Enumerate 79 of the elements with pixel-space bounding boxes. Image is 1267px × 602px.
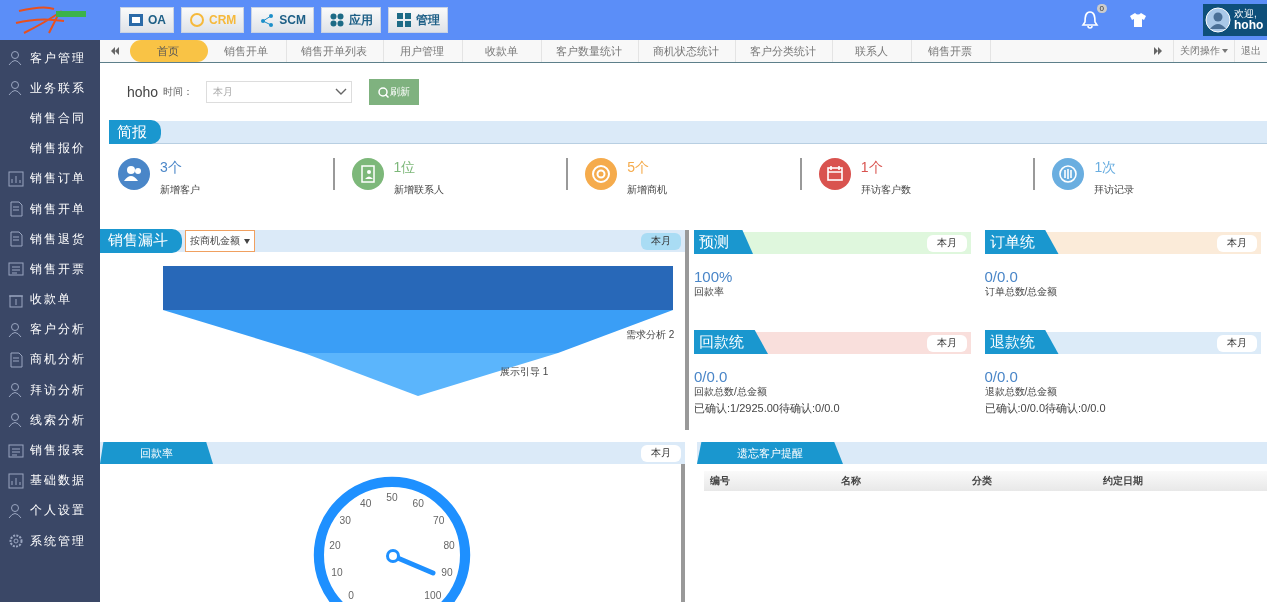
stat-label: 新增客户: [160, 183, 200, 197]
sidebar-item[interactable]: 线索分析: [0, 405, 100, 436]
sidebar-item[interactable]: 客户分析: [0, 314, 100, 345]
sidebar-item[interactable]: 系统管理: [0, 526, 100, 557]
logout-button[interactable]: 退出: [1234, 40, 1267, 62]
module-button[interactable]: OA: [120, 7, 174, 33]
period-button[interactable]: 本月: [926, 234, 967, 252]
module-button[interactable]: 应用: [321, 7, 381, 33]
sidebar-item[interactable]: 客户管理: [0, 43, 100, 74]
page-tab[interactable]: 收款单: [463, 40, 542, 62]
sidebar-item[interactable]: 收款单: [0, 284, 100, 315]
stat-value: 1个: [860, 160, 884, 174]
period-button[interactable]: 本月: [926, 334, 967, 352]
page-tab[interactable]: 销售开票: [912, 40, 991, 62]
user-label: hoho: [127, 84, 159, 100]
stat-value: 3个: [160, 160, 183, 174]
page-tab[interactable]: 客户分类统计: [736, 40, 833, 62]
card-value: 0/0.0: [984, 268, 1019, 285]
card-caption: 订单总数/总金额: [984, 285, 1059, 299]
close-menu-button[interactable]: 关闭操作: [1173, 40, 1234, 62]
stat-label: 新增商机: [627, 183, 668, 197]
section-title: 简报: [109, 120, 161, 144]
stat-value: 1次: [1094, 160, 1118, 174]
stat-value: 1位: [393, 160, 417, 174]
period-button[interactable]: 本月: [641, 232, 681, 250]
sidebar-item[interactable]: 业务联系: [0, 73, 100, 104]
card-value: 0/0.0: [984, 368, 1019, 385]
mode-select[interactable]: 按商机金额: [185, 230, 255, 252]
funnel-label: 展示引导 1: [500, 365, 549, 379]
card-title: 退款统: [984, 330, 1059, 354]
sidebar-item[interactable]: 销售开票: [0, 254, 100, 285]
sidebar-item[interactable]: 商机分析: [0, 344, 100, 376]
page-tab[interactable]: 商机状态统计: [639, 40, 736, 62]
card-caption: 回款率: [694, 285, 725, 299]
column-header: 分类: [971, 474, 993, 488]
module-button[interactable]: 管理: [388, 7, 448, 33]
sidebar-item[interactable]: 销售报价: [0, 133, 100, 164]
page-tab[interactable]: 首页: [130, 40, 208, 62]
sidebar-item[interactable]: 销售合同: [0, 103, 100, 134]
panel-title: 回款率: [100, 442, 213, 464]
column-header: 名称: [840, 474, 862, 488]
sidebar-item[interactable]: 拜访分析: [0, 375, 100, 406]
card-title: 回款统: [694, 330, 768, 354]
panel-title: 销售漏斗: [100, 228, 182, 253]
card-value: 0/0.0: [694, 368, 729, 385]
card-title: 预测: [694, 230, 753, 254]
sidebar-item[interactable]: 基础数据: [0, 465, 100, 496]
column-header: 约定日期: [1102, 474, 1144, 488]
page-tab[interactable]: 销售开单: [208, 40, 287, 62]
card-caption: 回款总数/总金额: [694, 385, 768, 399]
panel-title: 遗忘客户提醒: [697, 442, 843, 464]
card-note: 已确认:1/2925.00待确认:0/0.0: [694, 401, 841, 416]
sidebar-item[interactable]: 销售退货: [0, 224, 100, 255]
column-header: 编号: [709, 474, 731, 488]
card-title: 订单统: [984, 230, 1059, 254]
page-tab[interactable]: 销售开单列表: [287, 40, 384, 62]
period-button[interactable]: 本月: [1217, 334, 1257, 352]
card-caption: 退款总数/总金额: [984, 385, 1059, 399]
funnel-label: 需求分析 2: [626, 328, 675, 342]
sidebar-item[interactable]: 销售开单: [0, 193, 100, 225]
card-note: 已确认:0/0.0待确认:0/0.0: [984, 401, 1107, 416]
user-name: hoho: [1234, 19, 1264, 31]
page-tab[interactable]: 客户数量统计: [542, 40, 639, 62]
sidebar-item[interactable]: 销售订单: [0, 163, 100, 194]
period-button[interactable]: 本月: [641, 444, 681, 462]
sidebar-item[interactable]: 个人设置: [0, 495, 100, 526]
stat-value: 5个: [627, 160, 650, 174]
page-tab[interactable]: 联系人: [833, 40, 912, 62]
sidebar-item[interactable]: 销售报表: [0, 435, 100, 466]
stat-label: 拜访记录: [1094, 183, 1135, 197]
stat-label: 新增联系人: [393, 183, 444, 197]
module-button[interactable]: SCM: [251, 7, 314, 33]
period-button[interactable]: 本月: [1217, 234, 1257, 252]
stat-label: 拜访客户数: [860, 183, 911, 197]
card-value: 100%: [694, 268, 734, 285]
notification-badge: 0: [1096, 4, 1107, 13]
welcome-text: 欢迎,: [1234, 9, 1258, 19]
time-label: 时间：: [163, 85, 194, 99]
page-tab[interactable]: 用户管理: [384, 40, 463, 62]
